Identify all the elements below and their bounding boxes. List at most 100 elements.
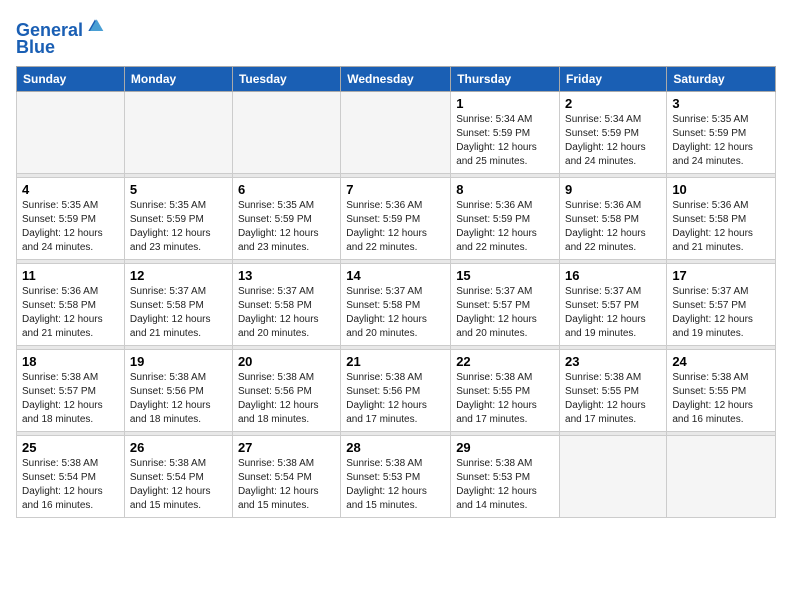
- page-header: General Blue: [16, 16, 776, 58]
- calendar-cell: 11 Sunrise: 5:36 AMSunset: 5:58 PMDayligh…: [17, 263, 125, 345]
- day-info: Sunrise: 5:35 AMSunset: 5:59 PMDaylight:…: [672, 113, 770, 169]
- calendar-cell: 15 Sunrise: 5:37 AMSunset: 5:57 PMDayligh…: [451, 263, 560, 345]
- day-number: 23: [565, 354, 661, 369]
- calendar-week-row: 11 Sunrise: 5:36 AMSunset: 5:58 PMDayligh…: [17, 263, 776, 345]
- day-info: Sunrise: 5:38 AMSunset: 5:53 PMDaylight:…: [346, 457, 445, 513]
- day-number: 17: [672, 268, 770, 283]
- col-header-sunday: Sunday: [17, 66, 125, 91]
- day-number: 9: [565, 182, 661, 197]
- calendar-cell: 4 Sunrise: 5:35 AMSunset: 5:59 PMDaylight…: [17, 177, 125, 259]
- day-number: 5: [130, 182, 227, 197]
- day-number: 12: [130, 268, 227, 283]
- day-number: 28: [346, 440, 445, 455]
- day-number: 24: [672, 354, 770, 369]
- day-number: 6: [238, 182, 335, 197]
- day-info: Sunrise: 5:38 AMSunset: 5:55 PMDaylight:…: [672, 371, 770, 427]
- day-info: Sunrise: 5:36 AMSunset: 5:58 PMDaylight:…: [672, 199, 770, 255]
- day-info: Sunrise: 5:37 AMSunset: 5:57 PMDaylight:…: [456, 285, 554, 341]
- day-info: Sunrise: 5:37 AMSunset: 5:58 PMDaylight:…: [130, 285, 227, 341]
- day-number: 19: [130, 354, 227, 369]
- col-header-saturday: Saturday: [667, 66, 776, 91]
- day-number: 2: [565, 96, 661, 111]
- day-number: 16: [565, 268, 661, 283]
- day-info: Sunrise: 5:37 AMSunset: 5:58 PMDaylight:…: [238, 285, 335, 341]
- calendar-table: SundayMondayTuesdayWednesdayThursdayFrid…: [16, 66, 776, 518]
- calendar-cell: 17 Sunrise: 5:37 AMSunset: 5:57 PMDayligh…: [667, 263, 776, 345]
- calendar-cell: 9 Sunrise: 5:36 AMSunset: 5:58 PMDaylight…: [560, 177, 667, 259]
- calendar-cell: 18 Sunrise: 5:38 AMSunset: 5:57 PMDayligh…: [17, 349, 125, 431]
- calendar-cell: 16 Sunrise: 5:37 AMSunset: 5:57 PMDayligh…: [560, 263, 667, 345]
- calendar-cell: 21 Sunrise: 5:38 AMSunset: 5:56 PMDayligh…: [341, 349, 451, 431]
- day-number: 1: [456, 96, 554, 111]
- calendar-cell: 14 Sunrise: 5:37 AMSunset: 5:58 PMDayligh…: [341, 263, 451, 345]
- day-number: 27: [238, 440, 335, 455]
- day-info: Sunrise: 5:35 AMSunset: 5:59 PMDaylight:…: [22, 199, 119, 255]
- day-number: 11: [22, 268, 119, 283]
- day-info: Sunrise: 5:37 AMSunset: 5:58 PMDaylight:…: [346, 285, 445, 341]
- day-number: 29: [456, 440, 554, 455]
- col-header-friday: Friday: [560, 66, 667, 91]
- day-info: Sunrise: 5:38 AMSunset: 5:57 PMDaylight:…: [22, 371, 119, 427]
- calendar-cell: 2 Sunrise: 5:34 AMSunset: 5:59 PMDaylight…: [560, 91, 667, 173]
- calendar-cell: 27Sunrise: 5:38 AMSunset: 5:54 PMDayligh…: [232, 435, 340, 517]
- day-info: Sunrise: 5:36 AMSunset: 5:59 PMDaylight:…: [456, 199, 554, 255]
- calendar-cell: 19 Sunrise: 5:38 AMSunset: 5:56 PMDayligh…: [124, 349, 232, 431]
- calendar-cell: 24 Sunrise: 5:38 AMSunset: 5:55 PMDayligh…: [667, 349, 776, 431]
- calendar-cell: 1 Sunrise: 5:34 AMSunset: 5:59 PMDaylight…: [451, 91, 560, 173]
- calendar-cell: 29 Sunrise: 5:38 AMSunset: 5:53 PMDayligh…: [451, 435, 560, 517]
- calendar-cell: 12 Sunrise: 5:37 AMSunset: 5:58 PMDayligh…: [124, 263, 232, 345]
- day-info: Sunrise: 5:35 AMSunset: 5:59 PMDaylight:…: [130, 199, 227, 255]
- day-info: Sunrise: 5:36 AMSunset: 5:58 PMDaylight:…: [565, 199, 661, 255]
- col-header-wednesday: Wednesday: [341, 66, 451, 91]
- day-info: Sunrise: 5:38 AMSunset: 5:56 PMDaylight:…: [346, 371, 445, 427]
- day-info: Sunrise: 5:34 AMSunset: 5:59 PMDaylight:…: [456, 113, 554, 169]
- calendar-cell: 25 Sunrise: 5:38 AMSunset: 5:54 PMDayligh…: [17, 435, 125, 517]
- day-number: 18: [22, 354, 119, 369]
- day-number: 26: [130, 440, 227, 455]
- calendar-week-row: 18 Sunrise: 5:38 AMSunset: 5:57 PMDayligh…: [17, 349, 776, 431]
- day-number: 25: [22, 440, 119, 455]
- calendar-cell: 10 Sunrise: 5:36 AMSunset: 5:58 PMDayligh…: [667, 177, 776, 259]
- day-info: Sunrise: 5:34 AMSunset: 5:59 PMDaylight:…: [565, 113, 661, 169]
- day-info: Sunrise: 5:38 AMSunset: 5:55 PMDaylight:…: [456, 371, 554, 427]
- calendar-cell: [124, 91, 232, 173]
- calendar-cell: 13 Sunrise: 5:37 AMSunset: 5:58 PMDayligh…: [232, 263, 340, 345]
- col-header-thursday: Thursday: [451, 66, 560, 91]
- calendar-cell: 20Sunrise: 5:38 AMSunset: 5:56 PMDayligh…: [232, 349, 340, 431]
- day-info: Sunrise: 5:36 AMSunset: 5:59 PMDaylight:…: [346, 199, 445, 255]
- day-info: Sunrise: 5:35 AMSunset: 5:59 PMDaylight:…: [238, 199, 335, 255]
- calendar-cell: 8Sunrise: 5:36 AMSunset: 5:59 PMDaylight…: [451, 177, 560, 259]
- calendar-cell: 5 Sunrise: 5:35 AMSunset: 5:59 PMDaylight…: [124, 177, 232, 259]
- day-info: Sunrise: 5:36 AMSunset: 5:58 PMDaylight:…: [22, 285, 119, 341]
- day-number: 22: [456, 354, 554, 369]
- calendar-week-row: 25 Sunrise: 5:38 AMSunset: 5:54 PMDayligh…: [17, 435, 776, 517]
- day-number: 14: [346, 268, 445, 283]
- col-header-tuesday: Tuesday: [232, 66, 340, 91]
- calendar-cell: [341, 91, 451, 173]
- calendar-header-row: SundayMondayTuesdayWednesdayThursdayFrid…: [17, 66, 776, 91]
- day-number: 10: [672, 182, 770, 197]
- calendar-cell: 26 Sunrise: 5:38 AMSunset: 5:54 PMDayligh…: [124, 435, 232, 517]
- day-info: Sunrise: 5:38 AMSunset: 5:54 PMDaylight:…: [22, 457, 119, 513]
- day-info: Sunrise: 5:38 AMSunset: 5:54 PMDaylight:…: [130, 457, 227, 513]
- calendar-cell: 23 Sunrise: 5:38 AMSunset: 5:55 PMDayligh…: [560, 349, 667, 431]
- calendar-cell: [17, 91, 125, 173]
- calendar-cell: [232, 91, 340, 173]
- day-info: Sunrise: 5:37 AMSunset: 5:57 PMDaylight:…: [672, 285, 770, 341]
- day-number: 4: [22, 182, 119, 197]
- calendar-week-row: 1 Sunrise: 5:34 AMSunset: 5:59 PMDaylight…: [17, 91, 776, 173]
- day-info: Sunrise: 5:38 AMSunset: 5:55 PMDaylight:…: [565, 371, 661, 427]
- calendar-cell: [560, 435, 667, 517]
- day-number: 15: [456, 268, 554, 283]
- calendar-cell: 7Sunrise: 5:36 AMSunset: 5:59 PMDaylight…: [341, 177, 451, 259]
- day-number: 3: [672, 96, 770, 111]
- calendar-cell: 6 Sunrise: 5:35 AMSunset: 5:59 PMDaylight…: [232, 177, 340, 259]
- day-info: Sunrise: 5:37 AMSunset: 5:57 PMDaylight:…: [565, 285, 661, 341]
- day-info: Sunrise: 5:38 AMSunset: 5:53 PMDaylight:…: [456, 457, 554, 513]
- calendar-cell: [667, 435, 776, 517]
- logo: General Blue: [16, 16, 105, 58]
- day-info: Sunrise: 5:38 AMSunset: 5:56 PMDaylight:…: [130, 371, 227, 427]
- day-number: 21: [346, 354, 445, 369]
- day-number: 13: [238, 268, 335, 283]
- calendar-cell: 22 Sunrise: 5:38 AMSunset: 5:55 PMDayligh…: [451, 349, 560, 431]
